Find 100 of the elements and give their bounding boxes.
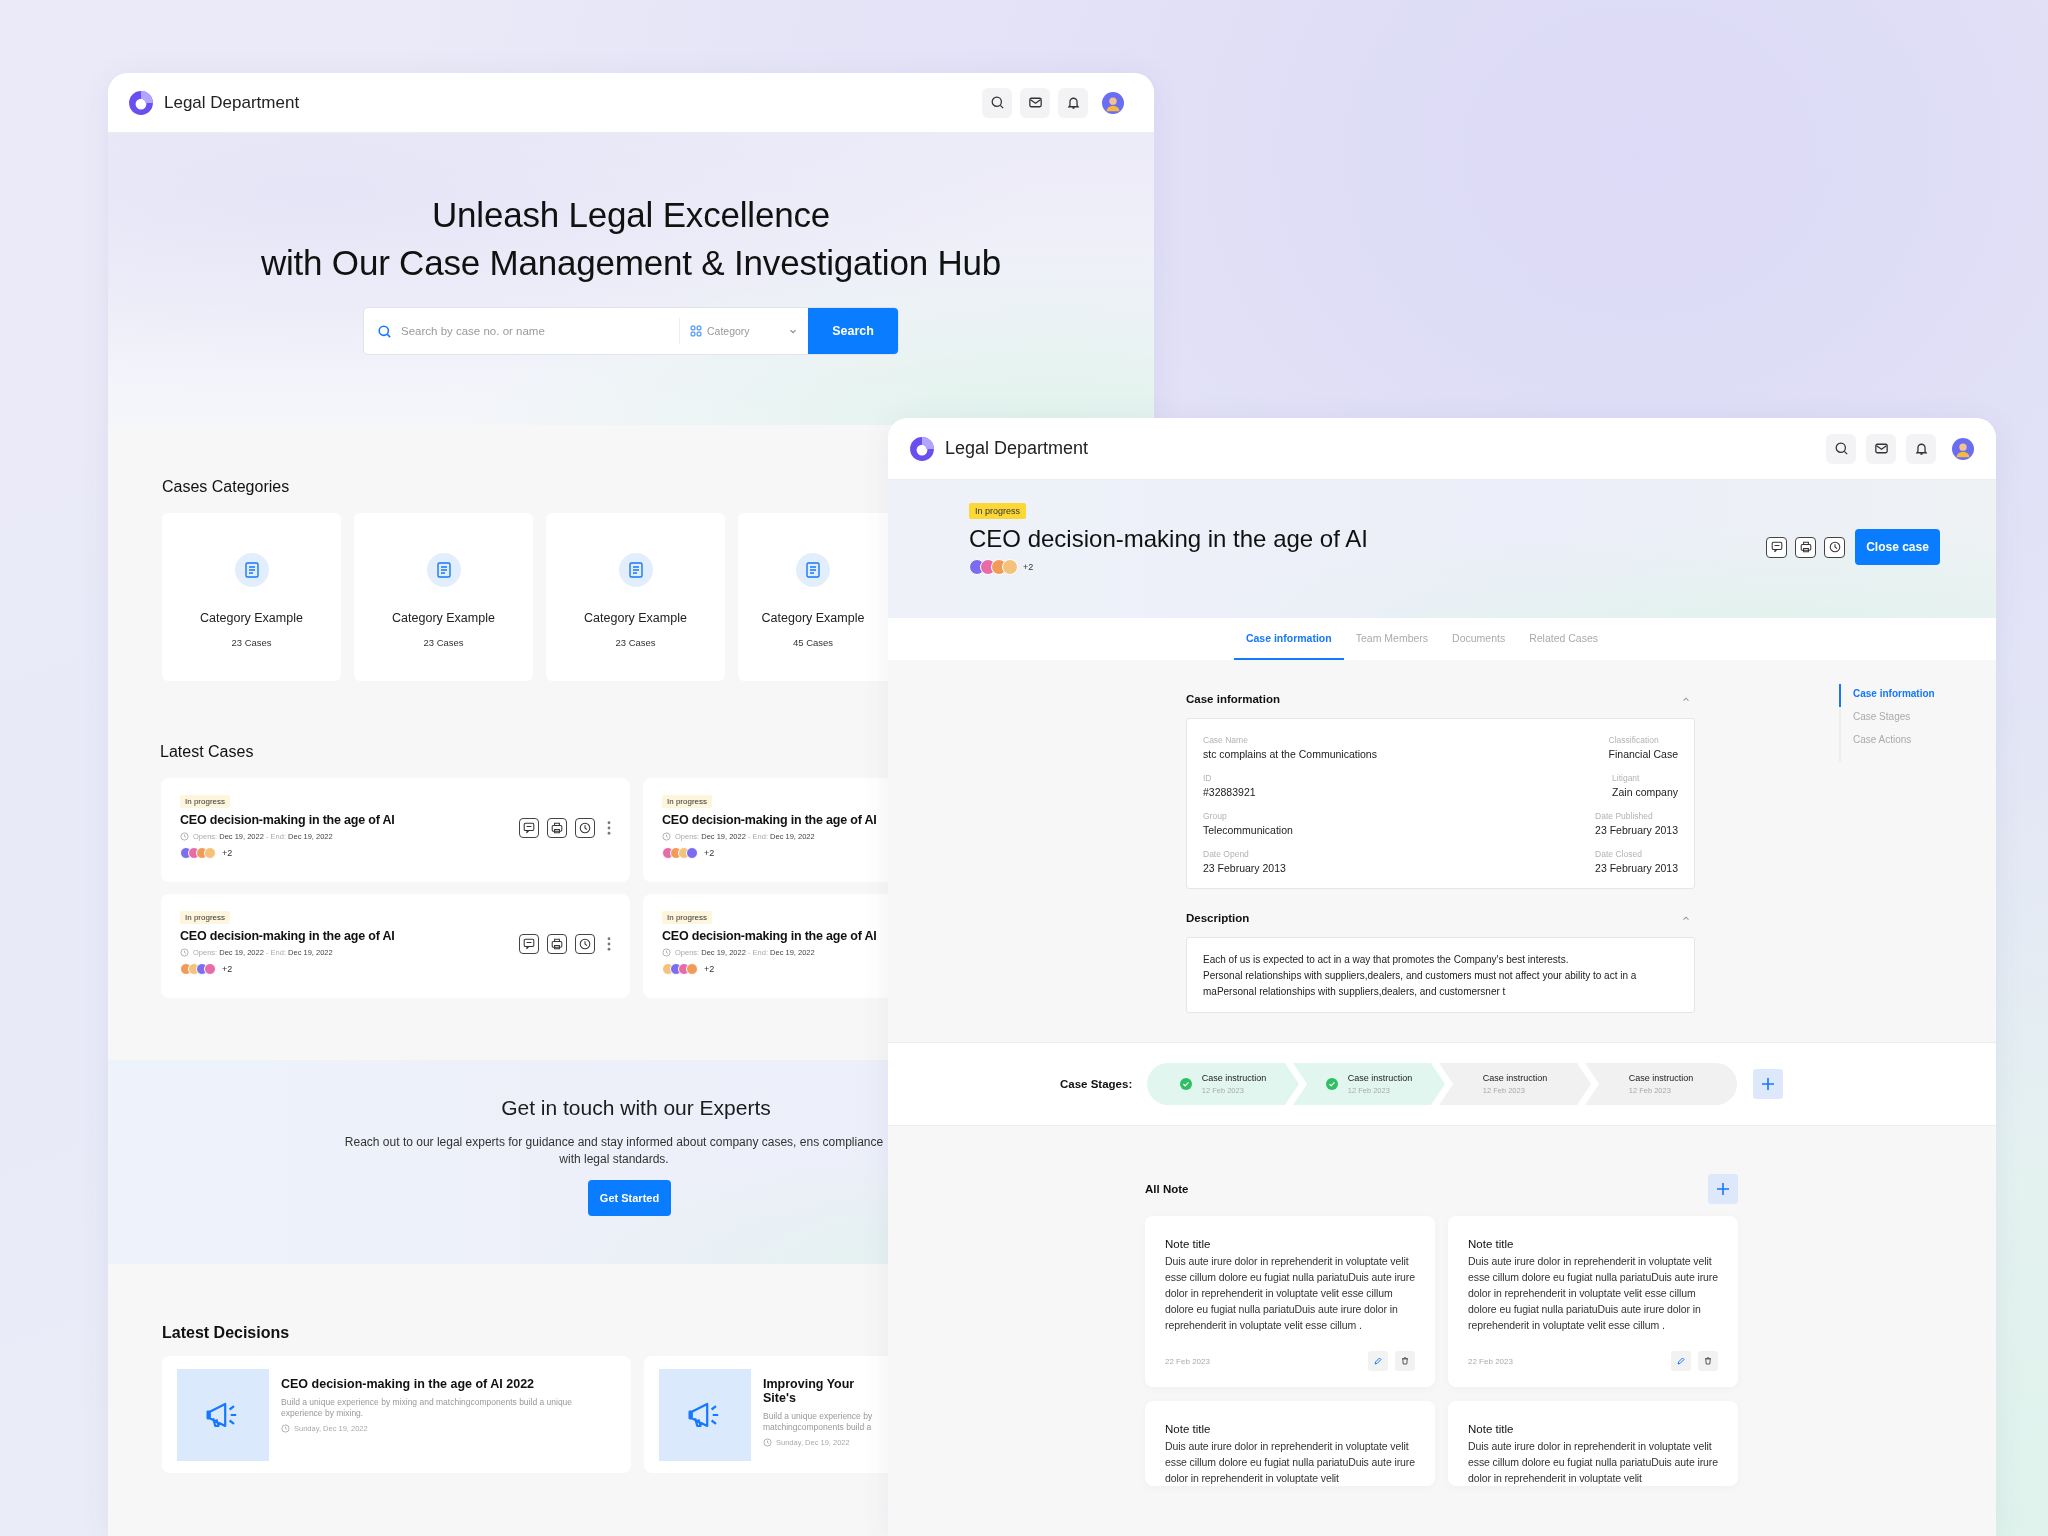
comment-button[interactable] [519, 818, 539, 838]
category-name: Category Example [200, 611, 303, 625]
member-count: +2 [1023, 562, 1034, 572]
category-card[interactable]: Category Example 23 Cases [162, 513, 341, 681]
case-count: 23 Cases [615, 637, 656, 648]
field-value: stc complains at the Communications [1203, 748, 1378, 760]
add-note-button[interactable] [1708, 1174, 1738, 1204]
side-nav-link[interactable]: Case information [1839, 684, 1935, 707]
member-count: +2 [704, 848, 715, 858]
note-title: Note title [1468, 1237, 1515, 1252]
trash-icon [1399, 1355, 1411, 1367]
search-button[interactable] [1826, 433, 1856, 464]
delete-button[interactable] [1698, 1351, 1718, 1371]
section-title: Latest Decisions [162, 1324, 291, 1342]
field-label: ID [1203, 773, 1213, 783]
print-button[interactable] [1795, 536, 1816, 558]
contact-text: Reach out to our legal experts for guidance and stay informed about company cases, ens compliance with legal standards. [344, 1134, 884, 1168]
user-avatar[interactable] [1952, 437, 1974, 460]
notification-button[interactable] [1058, 87, 1088, 118]
status-badge: In progress [969, 503, 1027, 519]
check-icon [1325, 1078, 1338, 1090]
case-title: CEO decision-making in the age of AI [180, 929, 395, 943]
category-name: Category Example [761, 611, 865, 625]
field-label: Case Name [1203, 735, 1249, 745]
more-icon[interactable] [607, 821, 611, 835]
field-value: Telecommunication [1203, 824, 1294, 836]
pencil-icon [1675, 1355, 1687, 1367]
category-card[interactable]: Category Example 23 Cases [546, 513, 725, 681]
document-icon [796, 553, 830, 587]
case-title: CEO decision-making in the age of AI [662, 929, 877, 943]
check-icon [1179, 1078, 1192, 1090]
decision-description: Build a unique experience by mixing and matchingcomponents build a unique experience by mixing. [281, 1397, 574, 1419]
case-count: 45 Cases [792, 637, 834, 648]
notification-button[interactable] [1906, 433, 1936, 464]
panel-title: Description [1186, 912, 1250, 924]
delete-button[interactable] [1395, 1351, 1415, 1371]
avatar [686, 847, 698, 859]
history-button[interactable] [575, 818, 595, 838]
search-icon [376, 322, 393, 340]
logo-icon [909, 435, 935, 462]
clock-icon [180, 832, 189, 841]
note-date: 22 Feb 2023 [1165, 1356, 1210, 1366]
clock-icon [577, 820, 593, 836]
clock-icon [763, 1438, 772, 1447]
document-icon [426, 553, 461, 587]
add-stage-button[interactable] [1753, 1069, 1783, 1099]
status-badge: In progress [180, 795, 231, 808]
close-case-button[interactable]: Close case [1855, 529, 1940, 565]
tab[interactable]: Case information [1233, 618, 1344, 660]
comment-button[interactable] [519, 934, 539, 954]
section-title: Latest Cases [160, 743, 255, 761]
field-label: Date Published [1595, 811, 1654, 821]
category-card[interactable]: Category Example 23 Cases [354, 513, 533, 681]
clock-icon [180, 948, 189, 957]
plus-icon [1715, 1181, 1731, 1197]
history-button[interactable] [575, 934, 595, 954]
mail-button[interactable] [1866, 433, 1896, 464]
section-title: Cases Categories [162, 477, 291, 496]
decision-title: Improving Your Site's [763, 1377, 856, 1405]
section-title: All Note [1145, 1183, 1189, 1195]
case-title: CEO decision-making in the age of AI [180, 813, 395, 827]
description-text: Each of us is expected to act in a way that promotes the Company's best interests. Personal relationships with suppliers,dealers, and customers must not affect your ability to act in a maPersonal relationships with suppliers,dealers, and customersner t [1203, 953, 1638, 999]
panel-title: Case information [1186, 693, 1280, 705]
note-text: Duis aute irure dolor in reprehenderit in voluptate velit esse cillum dolore eu fugiat nulla pariatuDuis aute irure dolor in reprehenderit in voluptate velit esse cillum dolore eu fugiat nulla pariatuDuis aute irure dolor in reprehenderit in voluptate velit esse cillum . [1468, 1254, 1718, 1333]
hero-title: Unleash Legal Excellence with Our Case Management & Investigation Hub [259, 194, 1003, 284]
printer-icon [549, 936, 565, 952]
category-card[interactable]: Category Example 45 Cases [738, 513, 888, 681]
stages-label: Case Stages: [1060, 1078, 1134, 1090]
field-value: Financial Case [1608, 748, 1678, 760]
case-title: CEO decision-making in the age of AI [969, 525, 1368, 553]
decision-title: CEO decision-making in the age of AI 2022 [281, 1377, 536, 1391]
logo-icon [128, 89, 154, 116]
field-value: 23 February 2013 [1203, 862, 1287, 874]
mail-button[interactable] [1020, 87, 1050, 118]
avatar [1002, 559, 1018, 575]
comment-icon [521, 820, 537, 836]
status-badge: In progress [180, 911, 231, 924]
grid-icon [690, 325, 702, 337]
status-badge: In progress [662, 911, 713, 924]
more-icon[interactable] [607, 937, 611, 951]
note-title: Note title [1165, 1237, 1212, 1252]
comment-button[interactable] [1766, 536, 1787, 558]
search-button[interactable]: Search [808, 308, 898, 354]
get-started-button[interactable]: Get Started [588, 1180, 671, 1216]
printer-icon [549, 820, 565, 836]
member-count: +2 [704, 964, 715, 974]
clock-icon [662, 832, 671, 841]
avatar [180, 963, 192, 975]
app-title: Legal Department [164, 92, 300, 113]
history-button[interactable] [1824, 536, 1845, 558]
print-button[interactable] [547, 934, 567, 954]
document-icon [234, 553, 269, 587]
search-field[interactable]: Search by case no. or name [401, 320, 661, 342]
search-button[interactable] [982, 87, 1012, 118]
field-label: Date Closed [1595, 849, 1643, 859]
user-avatar[interactable] [1102, 91, 1124, 114]
note-title: Note title [1165, 1422, 1212, 1437]
print-button[interactable] [547, 818, 567, 838]
field-value: #32883921 [1203, 786, 1257, 798]
avatar [686, 963, 698, 975]
